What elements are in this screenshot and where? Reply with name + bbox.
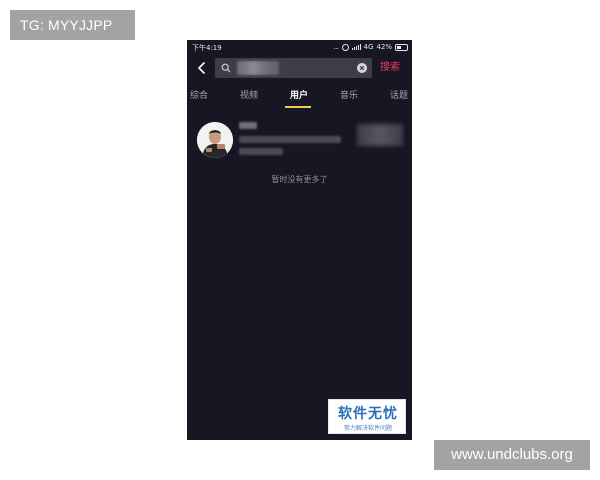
follow-button[interactable] [357, 124, 403, 146]
user-id: 抖音号 [239, 148, 283, 155]
tab-music[interactable]: 音乐 [340, 90, 358, 102]
status-dots: ... [333, 43, 339, 51]
status-indicators: ... 4G 42% [333, 43, 408, 51]
search-header: 抖 搜索 [187, 54, 412, 82]
signal-icon [351, 44, 361, 50]
search-icon [221, 63, 231, 73]
tg-watermark: TG: MYYJJPP [10, 10, 135, 40]
search-tabs: 综合 视频 用户 音乐 话题 [187, 87, 412, 111]
avatar-image [197, 122, 233, 158]
no-more-results: 暂时没有更多了 [271, 175, 328, 184]
battery-percent: 42% [376, 43, 392, 51]
network-type: 4G [363, 43, 374, 51]
logo-title: 软件无忧 [338, 406, 398, 422]
logo-subtitle: 努力解决软件问题 [343, 425, 392, 432]
tab-videos[interactable]: 视频 [240, 90, 258, 102]
user-result-row[interactable]: 抖音 粉丝 抖音号 [187, 118, 412, 162]
status-bar: 下午4:19 ... 4G 42% [187, 40, 412, 54]
tab-users[interactable]: 用户 [290, 90, 308, 102]
search-input[interactable]: 抖 [215, 58, 372, 78]
back-icon[interactable] [197, 62, 207, 74]
page: TG: MYYJJPP 下午4:19 ... 4G 42% 搜索 综合 视频 用… [0, 0, 600, 480]
tab-comprehensive[interactable]: 综合 [190, 90, 208, 102]
user-subtitle: 粉丝 [239, 136, 341, 143]
avatar[interactable] [197, 122, 233, 158]
user-name: 抖音 [239, 122, 257, 129]
logo-watermark: 软件无忧 努力解决软件问题 [328, 399, 406, 434]
phone-screen: 下午4:19 ... 4G 42% 抖 [187, 40, 412, 440]
active-tab-indicator [285, 106, 311, 108]
status-time: 下午4:19 [192, 44, 222, 52]
search-button[interactable]: 搜索 [380, 61, 400, 75]
battery-icon [395, 43, 408, 51]
site-watermark: www.undclubs.org [434, 440, 590, 470]
search-query[interactable]: 抖 [237, 61, 279, 75]
clear-icon[interactable] [357, 63, 367, 73]
alarm-icon [341, 43, 349, 51]
tab-topics[interactable]: 话题 [390, 90, 408, 102]
